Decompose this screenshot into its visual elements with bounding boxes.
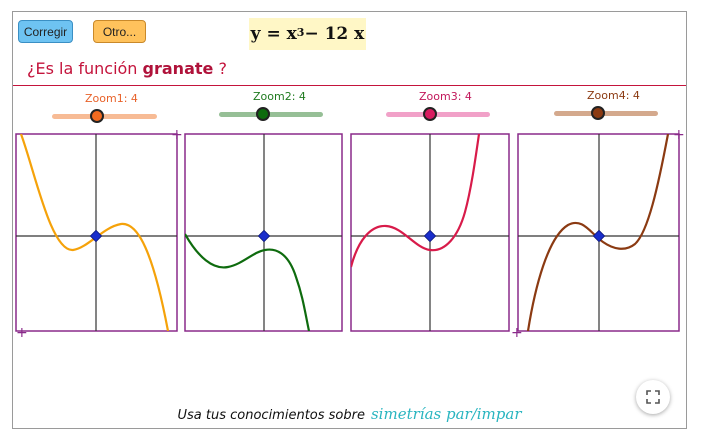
graph-4-origin-point[interactable]	[592, 229, 606, 243]
graph-4: + +	[511, 127, 685, 341]
footer-symmetry-link[interactable]: simetrías par/impar	[371, 405, 522, 423]
footer-text: Usa tus conocimientos sobre	[177, 408, 365, 423]
footer-hint: Usa tus conocimientos sobre simetrías par…	[13, 405, 686, 423]
fullscreen-button[interactable]	[636, 380, 670, 414]
fullscreen-icon	[646, 390, 660, 404]
graph-2-curve	[185, 233, 311, 331]
graph-2-origin-point[interactable]	[257, 229, 271, 243]
graph-3	[350, 133, 510, 332]
graph-4-top-mark: +	[673, 127, 685, 143]
graph-1-top-mark: +	[171, 127, 183, 143]
graph-3-curve	[351, 134, 481, 268]
graph-1: + +	[15, 127, 183, 341]
graph-2	[184, 133, 343, 332]
applet-frame: Corregir Otro... y = x3 − 12 x ¿Es la fu…	[12, 11, 687, 429]
graph-1-corner-mark: +	[16, 325, 28, 341]
graph-4-corner-mark: +	[511, 325, 523, 341]
graph-3-origin-point[interactable]	[423, 229, 437, 243]
graphs-canvas: + + + +	[15, 127, 685, 341]
